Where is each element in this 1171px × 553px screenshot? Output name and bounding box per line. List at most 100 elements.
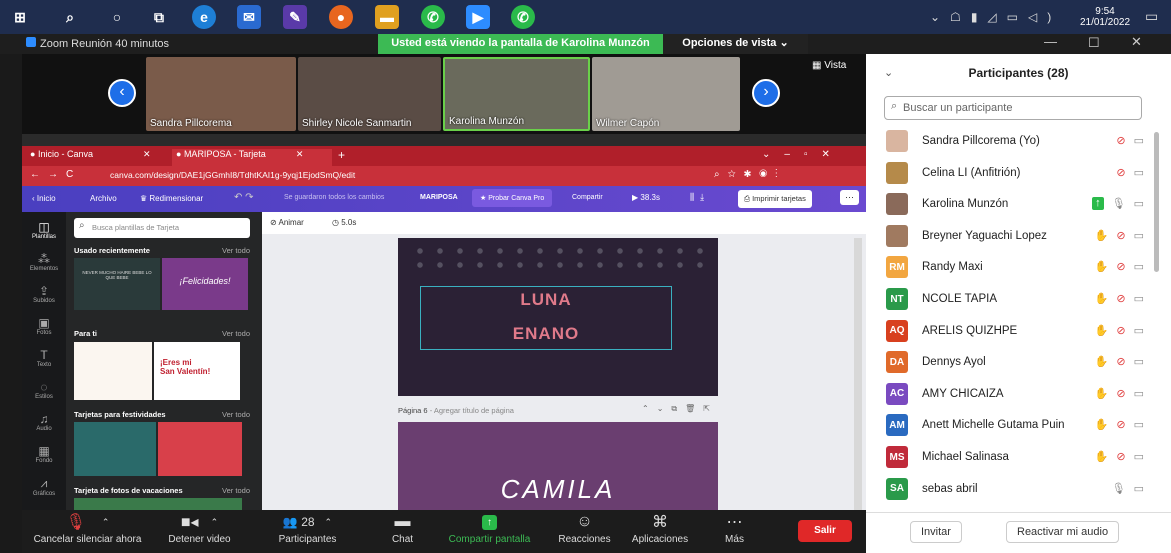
apps-button[interactable]: ⌘ Aplicaciones xyxy=(620,510,700,553)
rail-item-elements[interactable]: ⁂ Elementos xyxy=(22,252,66,272)
canvas-scrollbar[interactable] xyxy=(854,238,862,510)
participant-row[interactable]: Breyner Yaguachi Lopez ✋ ⊘ ▭ xyxy=(866,221,1156,251)
duration-button[interactable]: ◷ 5.0s xyxy=(332,218,356,227)
share-screen-button[interactable]: ↑ Compartir pantalla xyxy=(442,510,537,553)
prev-page-icon[interactable]: ‹ xyxy=(108,79,136,107)
participant-row[interactable]: AC AMY CHICAIZA ✋ ⊘ ▭ xyxy=(866,379,1156,409)
rail-item-photos[interactable]: ▣ Fotos xyxy=(22,316,66,336)
see-all-link[interactable]: Ver todo xyxy=(222,486,250,495)
tab-inicio[interactable]: ● Inicio - Canva ✕ xyxy=(30,149,170,165)
template-thumb[interactable] xyxy=(74,498,242,510)
participant-row[interactable]: AQ ARELIS QUIZHPE ✋ ⊘ ▭ xyxy=(866,316,1156,346)
see-all-link[interactable]: Ver todo xyxy=(222,329,250,338)
task-view-icon[interactable]: ⧉ xyxy=(147,5,171,29)
more-options-icon[interactable]: ⋯ xyxy=(840,190,859,205)
close-icon[interactable]: ✕ xyxy=(1131,34,1142,50)
luna-text[interactable]: LUNA xyxy=(420,290,672,310)
template-thumb[interactable] xyxy=(74,342,152,400)
see-all-link[interactable]: Ver todo xyxy=(222,410,250,419)
tab-close-icon[interactable]: ✕ xyxy=(296,149,304,159)
more-button[interactable]: ⋯ Más xyxy=(712,510,757,553)
page-actions-icons[interactable]: ⌃⌄⧉🗑⇱ xyxy=(642,404,718,414)
view-options-button[interactable]: Opciones de vista ⌄ xyxy=(663,34,808,54)
stop-video-button[interactable]: ■◂ ⌃ Detener video xyxy=(157,510,242,553)
video-tile[interactable]: Sandra Pillcorema xyxy=(146,57,296,131)
video-tile-active[interactable]: Karolina Munzón xyxy=(443,57,590,131)
animate-button[interactable]: ⊘ Animar xyxy=(270,218,304,227)
see-all-link[interactable]: Ver todo xyxy=(222,246,250,255)
rail-item-uploads[interactable]: ⇪ Subidos xyxy=(22,284,66,304)
minimize-icon[interactable]: — xyxy=(1044,34,1057,49)
whatsapp-icon[interactable]: ✆ xyxy=(421,5,445,29)
chat-button[interactable]: ▬ Chat xyxy=(380,510,425,553)
mail-icon[interactable]: ✉ xyxy=(237,5,261,29)
search-icon[interactable]: ⌕ xyxy=(58,5,82,29)
participant-row[interactable]: NT NCOLE TAPIA ✋ ⊘ ▭ xyxy=(866,284,1156,314)
participant-row[interactable]: Celina LI (Anfitrión) ⊘ ▭ xyxy=(866,158,1156,188)
rail-item-styles[interactable]: ◌ Estilos xyxy=(22,380,66,400)
next-page-icon[interactable]: › xyxy=(752,79,780,107)
reactions-button[interactable]: ☺ Reacciones xyxy=(552,510,617,553)
view-button[interactable]: ▦ Vista xyxy=(812,60,846,71)
maximize-icon[interactable]: ☐ xyxy=(1088,35,1100,51)
whatsapp-icon[interactable]: ✆ xyxy=(511,5,535,29)
rail-item-audio[interactable]: ♫ Audio xyxy=(22,412,66,432)
leave-button[interactable]: Salir xyxy=(798,520,852,542)
home-menu[interactable]: ‹ Inicio xyxy=(32,194,56,203)
template-thumb[interactable] xyxy=(158,422,242,476)
participant-row[interactable]: DA Dennys Ayol ✋ ⊘ ▭ xyxy=(866,347,1156,377)
participant-row[interactable]: RM Randy Maxi ✋ ⊘ ▭ xyxy=(866,252,1156,282)
rail-item-templates[interactable]: ◫ Plantillas xyxy=(22,220,66,240)
url-text[interactable]: canva.com/design/DAE1jGGmhI8/TdhtKAI1g-9… xyxy=(110,170,355,180)
invite-button[interactable]: Invitar xyxy=(910,521,962,543)
document-title[interactable]: MARIPOSA xyxy=(420,194,458,201)
system-tray-icons[interactable]: ⌄☖▮◿▭◁) xyxy=(930,10,1061,24)
participant-row[interactable]: AM Anett Michelle Gutama Puin ✋ ⊘ ▭ xyxy=(866,410,1156,440)
insights-download-icons[interactable]: ⫼⤓ xyxy=(690,192,710,203)
file-explorer-icon[interactable]: ▬ xyxy=(375,5,399,29)
print-cards-button[interactable]: ⎙ Imprimir tarjetas xyxy=(738,190,812,208)
share-button[interactable]: Compartir xyxy=(572,194,603,201)
play-button[interactable]: ▶ 38.3s xyxy=(632,193,660,202)
firefox-icon[interactable]: ● xyxy=(329,5,353,29)
template-thumb[interactable]: NEVER MUCHO HAIRE BEBE LO QUE BEBE xyxy=(74,258,160,310)
participant-search-input[interactable]: Buscar un participante xyxy=(884,96,1142,120)
page-canvas[interactable]: CAMILA xyxy=(398,422,718,510)
zoom-icon[interactable]: ▶ xyxy=(466,5,490,29)
windows-start-icon[interactable]: ⊞ xyxy=(8,5,32,29)
nav-buttons[interactable]: ←→C xyxy=(30,169,81,180)
cortana-icon[interactable]: ○ xyxy=(105,5,129,29)
template-search-input[interactable]: Busca plantillas de Tarjeta xyxy=(74,218,250,238)
reactivate-audio-button[interactable]: Reactivar mi audio xyxy=(1006,521,1120,543)
camila-text[interactable]: CAMILA xyxy=(398,474,718,505)
participant-row[interactable]: SA sebas abril 🎙 ▭ xyxy=(866,474,1156,504)
rail-item-background[interactable]: ▦ Fondo xyxy=(22,444,66,464)
mute-button[interactable]: 🎙 ⌃ Cancelar silenciar ahora xyxy=(30,510,145,553)
video-tile[interactable]: Wilmer Capón xyxy=(592,57,740,131)
rail-item-text[interactable]: T Texto xyxy=(22,348,66,368)
participant-row[interactable]: Karolina Munzón ↑ 🎙 ▭ xyxy=(866,189,1156,219)
undo-redo-icons[interactable]: ↶ ↷ xyxy=(234,192,254,203)
notifications-icon[interactable]: ▭ xyxy=(1145,8,1158,25)
video-tile[interactable]: Shirley Nicole Sanmartin xyxy=(298,57,441,131)
file-menu[interactable]: Archivo xyxy=(90,194,117,203)
list-scrollbar[interactable] xyxy=(1154,132,1159,272)
template-thumb[interactable] xyxy=(74,422,156,476)
new-tab-icon[interactable]: + xyxy=(338,148,345,162)
app-icon[interactable]: ✎ xyxy=(283,5,307,29)
rail-item-charts[interactable]: ⩘ Gráficos xyxy=(22,476,66,497)
browser-toolbar-icons[interactable]: ⌕☆✱◉⋮ xyxy=(714,169,786,180)
template-thumb[interactable]: ¡Eres mi San Valentín! xyxy=(154,342,240,400)
window-controls[interactable]: ⌄–▫✕ xyxy=(762,149,844,160)
participants-button[interactable]: 👥 28 ⌃ Participantes xyxy=(270,510,345,553)
participant-row[interactable]: MS Michael Salinasa ✋ ⊘ ▭ xyxy=(866,442,1156,472)
edge-icon[interactable]: e xyxy=(192,5,216,29)
template-thumb[interactable]: ¡Felicidades! xyxy=(162,258,248,310)
tab-mariposa[interactable]: ● MARIPOSA - Tarjeta ✕ xyxy=(172,149,332,166)
participant-row[interactable]: Sandra Pillcorema (Yo) ⊘ ▭ xyxy=(866,126,1156,156)
resize-menu[interactable]: ♛ Redimensionar xyxy=(140,194,203,203)
enano-text[interactable]: ENANO xyxy=(420,324,672,344)
page-title-hint[interactable]: - Agregar título de página xyxy=(428,406,514,415)
try-pro-button[interactable]: ★ Probar Canva Pro xyxy=(472,189,553,207)
page-canvas[interactable]: LUNA ENANO xyxy=(398,238,718,396)
